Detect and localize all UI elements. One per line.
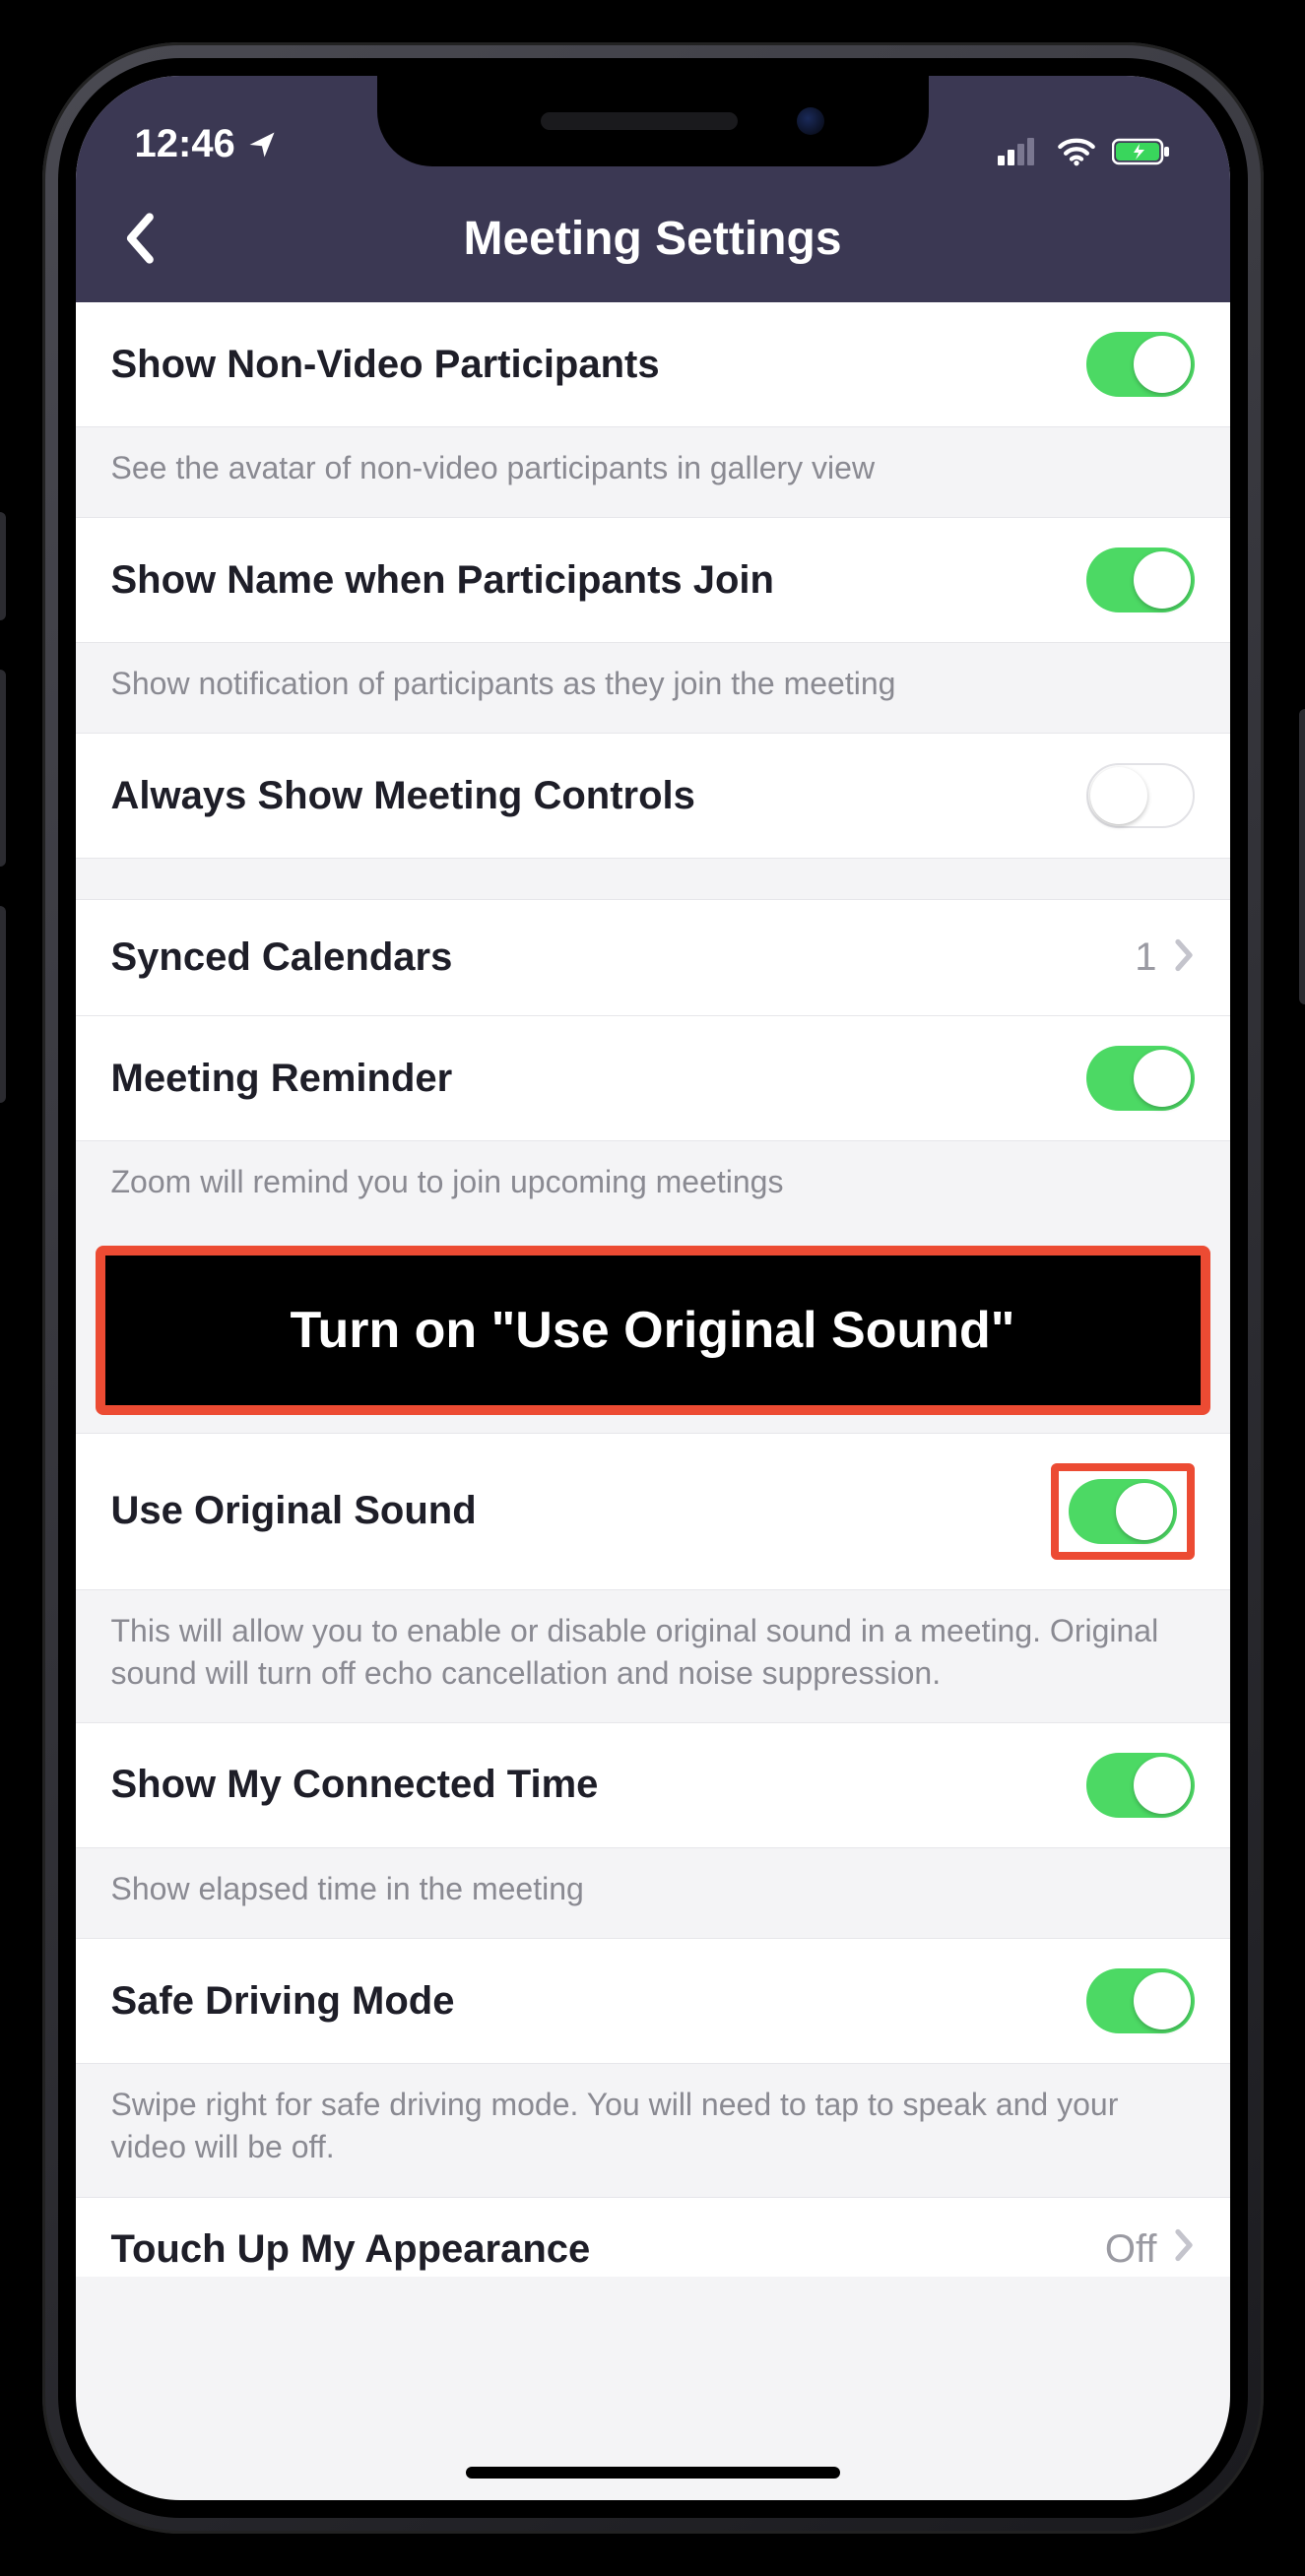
screen: 12:46	[76, 76, 1230, 2500]
row-desc: Show elapsed time in the meeting	[76, 1848, 1230, 1939]
mute-switch	[0, 512, 6, 620]
annotation-highlight-box	[1051, 1463, 1195, 1560]
row-desc: See the avatar of non-video participants…	[76, 427, 1230, 518]
notch	[377, 76, 929, 166]
section-gap	[76, 859, 1230, 900]
row-label: Always Show Meeting Controls	[111, 774, 1086, 818]
row-label: Safe Driving Mode	[111, 1979, 1086, 2024]
annotation-callout: Turn on "Use Original Sound"	[96, 1246, 1210, 1415]
back-button[interactable]	[99, 199, 178, 278]
row-always-show-controls[interactable]: Always Show Meeting Controls	[76, 734, 1230, 859]
row-desc: Zoom will remind you to join upcoming me…	[76, 1141, 1230, 1231]
chevron-right-icon	[1173, 937, 1195, 978]
row-desc: This will allow you to enable or disable…	[76, 1590, 1230, 1723]
row-label: Show My Connected Time	[111, 1763, 1086, 1807]
phone-body: 12:46	[42, 42, 1264, 2534]
toggle-safe-driving-mode[interactable]	[1086, 1968, 1195, 2033]
row-label: Touch Up My Appearance	[111, 2227, 1105, 2272]
nav-bar: Meeting Settings	[76, 174, 1230, 302]
row-value: Off	[1105, 2227, 1157, 2272]
row-label: Meeting Reminder	[111, 1057, 1086, 1101]
home-indicator[interactable]	[466, 2467, 840, 2479]
chevron-right-icon	[1173, 2227, 1195, 2268]
settings-list[interactable]: Show Non-Video Participants See the avat…	[76, 302, 1230, 2277]
row-desc: Swipe right for safe driving mode. You w…	[76, 2064, 1230, 2197]
front-camera	[797, 107, 824, 135]
toggle-meeting-reminder[interactable]	[1086, 1046, 1195, 1111]
row-label: Synced Calendars	[111, 935, 1136, 980]
power-button	[1299, 709, 1305, 1004]
phone-frame: 12:46	[0, 0, 1305, 2576]
volume-up-button	[0, 670, 6, 867]
toggle-show-non-video[interactable]	[1086, 332, 1195, 397]
earpiece-speaker	[541, 112, 738, 130]
row-use-original-sound[interactable]: Use Original Sound	[76, 1433, 1230, 1590]
row-touch-up-appearance[interactable]: Touch Up My Appearance Off	[76, 2198, 1230, 2277]
row-meeting-reminder[interactable]: Meeting Reminder	[76, 1016, 1230, 1141]
phone-bezel: 12:46	[58, 58, 1248, 2518]
row-synced-calendars[interactable]: Synced Calendars 1	[76, 900, 1230, 1016]
toggle-always-show-controls[interactable]	[1086, 763, 1195, 828]
row-show-connected-time[interactable]: Show My Connected Time	[76, 1723, 1230, 1848]
location-arrow-icon	[247, 130, 277, 160]
chevron-left-icon	[122, 212, 156, 265]
toggle-use-original-sound[interactable]	[1069, 1479, 1177, 1544]
volume-down-button	[0, 906, 6, 1103]
row-desc: Show notification of participants as the…	[76, 643, 1230, 734]
row-label: Show Non-Video Participants	[111, 343, 1086, 387]
cellular-signal-icon	[998, 138, 1041, 165]
row-safe-driving-mode[interactable]: Safe Driving Mode	[76, 1939, 1230, 2064]
row-show-name-join[interactable]: Show Name when Participants Join	[76, 518, 1230, 643]
wifi-icon	[1057, 137, 1096, 166]
battery-charging-icon	[1112, 137, 1171, 166]
row-label: Show Name when Participants Join	[111, 558, 1086, 603]
row-value: 1	[1135, 935, 1156, 980]
toggle-show-connected-time[interactable]	[1086, 1753, 1195, 1818]
row-show-non-video[interactable]: Show Non-Video Participants	[76, 302, 1230, 427]
row-label: Use Original Sound	[111, 1489, 1051, 1533]
page-title: Meeting Settings	[76, 212, 1230, 266]
status-time: 12:46	[135, 122, 235, 166]
toggle-show-name-join[interactable]	[1086, 547, 1195, 612]
